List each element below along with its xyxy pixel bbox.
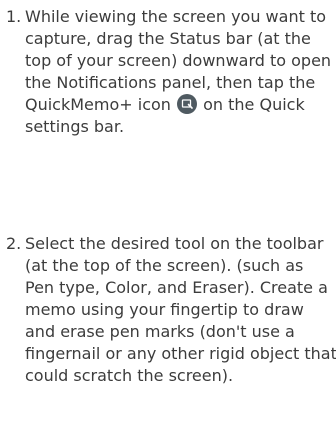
step-text: While viewing the screen you want to cap… <box>25 6 336 138</box>
step-number: 2. <box>6 234 22 253</box>
quickmemo-icon <box>177 94 198 114</box>
step-number: 1. <box>6 7 22 26</box>
step-1: 1. While viewing the screen you want to … <box>6 6 336 138</box>
step-text: Select the desired tool on the toolbar (… <box>25 234 336 385</box>
step-2: 2. Select the desired tool on the toolba… <box>6 233 336 387</box>
